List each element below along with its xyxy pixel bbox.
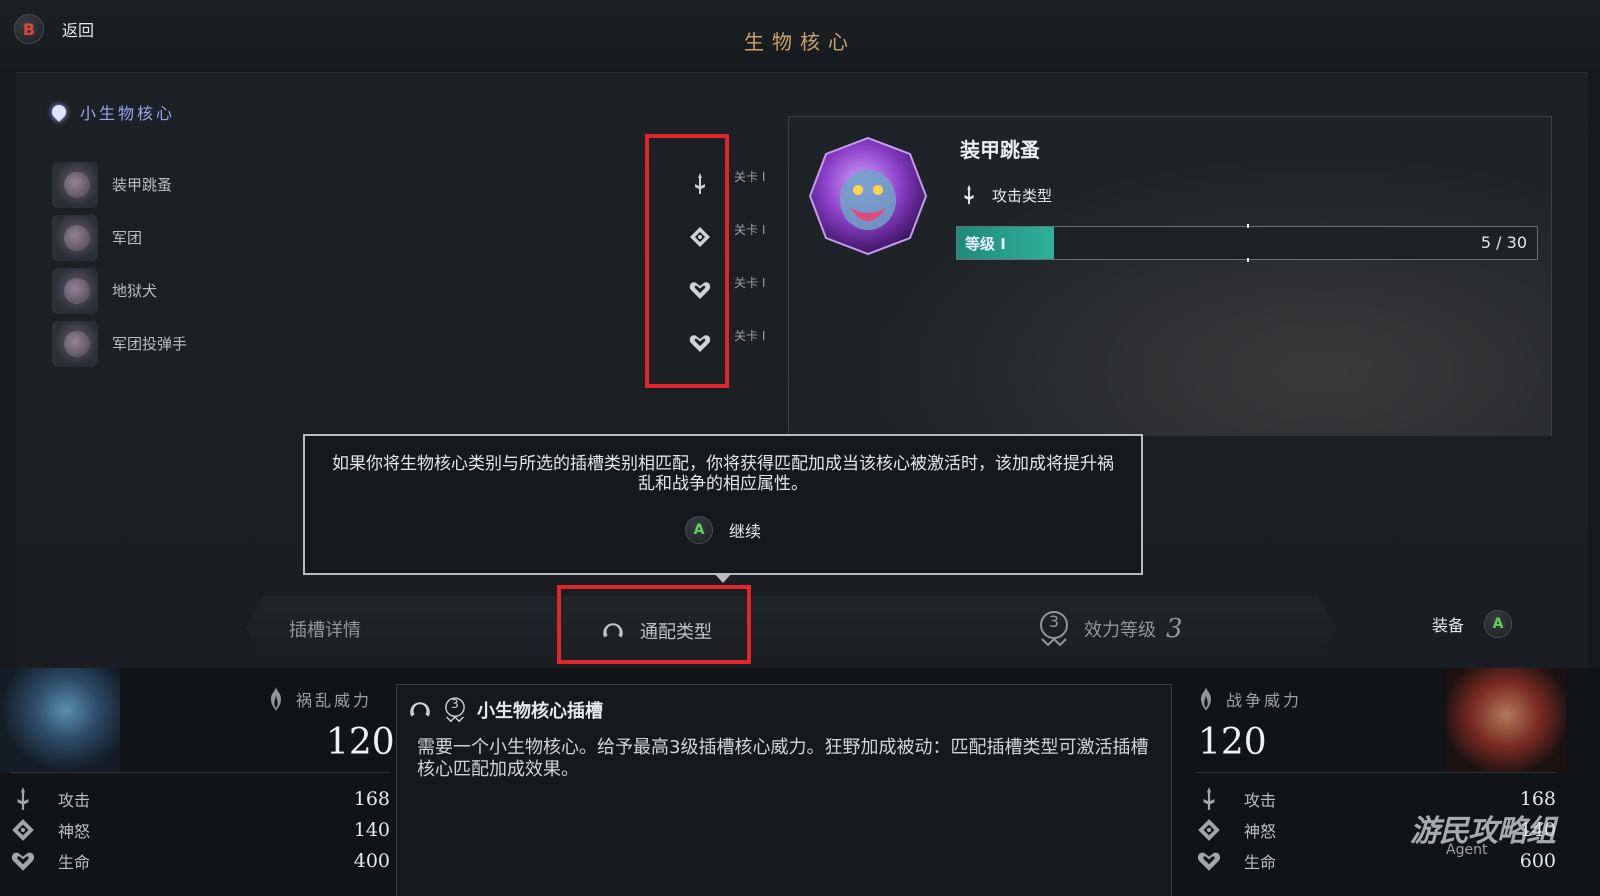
core-name: 军团投弹手 (112, 335, 188, 353)
watermark-logo: 游民攻略组 Agent (1410, 814, 1556, 858)
slot-info-description: 需要一个小生物核心。给予最高3级插槽核心威力。狂野加成被动：匹配插槽类型可激活插… (417, 737, 1149, 780)
core-thumbnail (52, 267, 98, 314)
slot-type-highlight (645, 134, 729, 388)
sword-icon (10, 786, 36, 812)
war-power-header: 战争威力 (1196, 684, 1302, 714)
diamond-icon (1196, 817, 1222, 843)
core-name: 地狱犬 (112, 282, 158, 300)
heart-icon (10, 848, 36, 874)
war-portrait (1446, 668, 1566, 772)
power-badge-icon: 3 (441, 695, 469, 725)
slot-tier: 关卡 I (734, 170, 766, 184)
gem-icon (49, 102, 69, 122)
level-marker (1247, 224, 1249, 262)
core-thumbnail (52, 214, 98, 261)
slot-tier: 关卡 I (734, 329, 766, 343)
a-button-icon: A (1484, 610, 1513, 638)
core-gem-image (808, 136, 928, 256)
war-power-title: 战争威力 (1226, 691, 1303, 710)
power-level-value: 3 (1166, 614, 1183, 644)
core-name: 军团 (112, 229, 143, 247)
slot-tier: 关卡 I (734, 223, 766, 237)
level-value: 5 / 30 (1480, 233, 1527, 252)
match-type-highlight (557, 585, 751, 664)
dialog-text: 如果你将生物核心类别与所选的插槽类别相匹配，你将获得匹配加成当该核心被激活时，该… (332, 454, 1114, 494)
strife-power-value: 120 (326, 722, 395, 763)
slot-info-header: 3 小生物核心插槽 (407, 695, 603, 725)
level-label: 等级 I (965, 235, 1006, 253)
level-bar: 等级 I 5 / 30 (956, 224, 1538, 262)
tutorial-dialog: 如果你将生物核心类别与所选的插槽类别相匹配，你将获得匹配加成当该核心被激活时，该… (303, 434, 1143, 575)
slot-info-panel: 3 小生物核心插槽 需要一个小生物核心。给予最高3级插槽核心威力。狂野加成被动：… (396, 684, 1172, 896)
war-power-value: 120 (1198, 722, 1267, 763)
tab-slot-details[interactable]: 插槽详情 (289, 616, 361, 642)
sword-icon (958, 180, 980, 210)
core-thumbnail (52, 161, 98, 208)
strife-portrait (0, 668, 120, 772)
a-button-icon: A (684, 516, 713, 544)
sword-icon (1196, 786, 1222, 812)
dialog-pointer (714, 573, 732, 583)
category-header[interactable]: 小生物核心 (49, 100, 176, 124)
stat-row-attack: 攻击 168 (10, 783, 390, 814)
stat-row-wrath: 神怒 140 (10, 814, 390, 845)
flame-icon (1196, 684, 1216, 714)
slot-info-title: 小生物核心插槽 (477, 701, 603, 722)
equip-button[interactable]: 装备 A (1432, 610, 1513, 638)
page-title: 生物核心 (744, 30, 856, 54)
wild-ring-icon (407, 697, 433, 723)
core-thumbnail (52, 320, 98, 367)
flame-icon (266, 684, 286, 714)
detail-title: 装甲跳蚤 (960, 138, 1040, 162)
core-type: 攻击类型 (958, 180, 1052, 210)
category-label: 小生物核心 (80, 104, 176, 123)
strife-power-title: 祸乱威力 (296, 691, 373, 710)
continue-button[interactable]: A 继续 (305, 516, 1141, 544)
strife-stats: 攻击 168 神怒 140 生命 400 (10, 772, 390, 876)
core-name: 装甲跳蚤 (112, 176, 173, 194)
stat-row-health: 生命 400 (10, 845, 390, 876)
strife-power-header: 祸乱威力 (266, 684, 372, 714)
continue-label: 继续 (728, 522, 761, 541)
power-level-label: 效力等级 (1084, 620, 1156, 641)
core-type-label: 攻击类型 (992, 186, 1053, 205)
power-badge-icon: 3 (1034, 608, 1074, 650)
tab-power-level[interactable]: 3 效力等级 3 (1034, 608, 1183, 650)
slot-tier: 关卡 I (734, 276, 766, 290)
heart-icon (1196, 848, 1222, 874)
equip-label: 装备 (1432, 616, 1465, 635)
diamond-icon (10, 817, 36, 843)
